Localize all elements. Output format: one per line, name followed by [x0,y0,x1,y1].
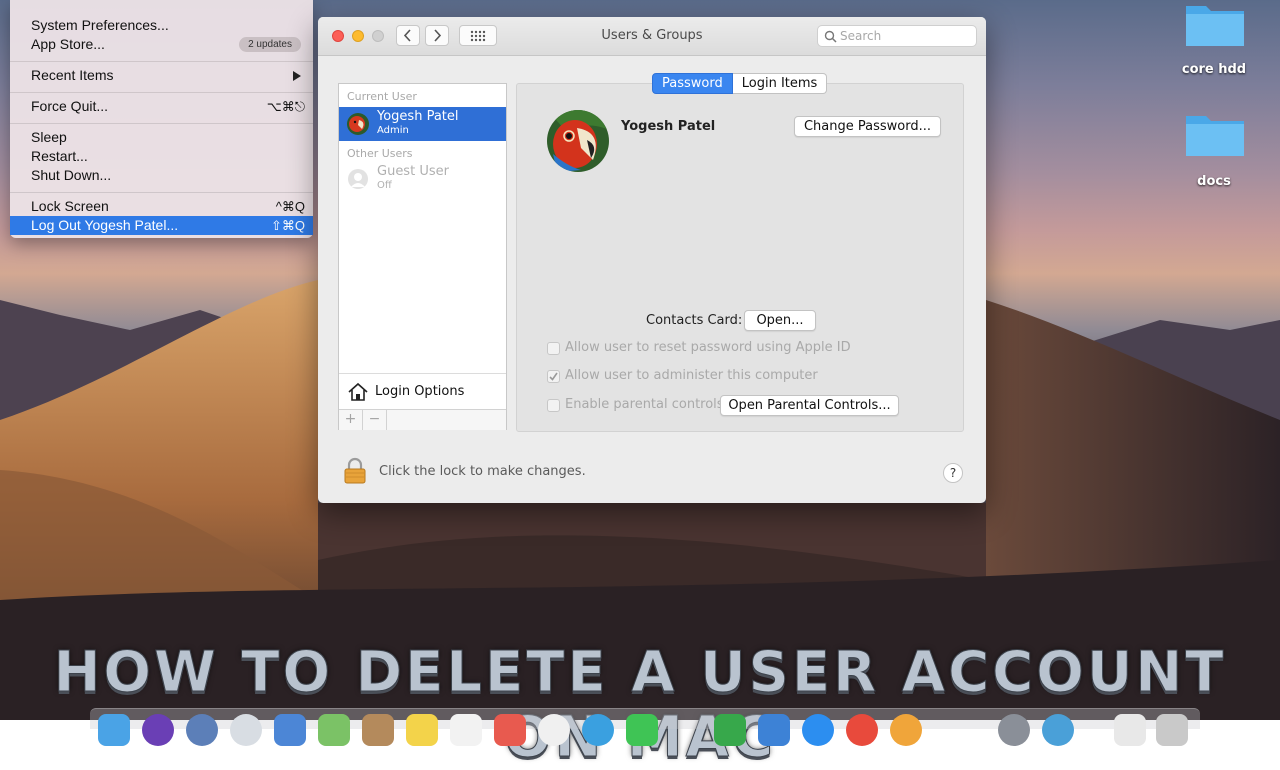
reset-password-checkbox[interactable] [547,342,560,355]
user-row-yogesh-patel[interactable]: Yogesh Patel Admin [339,107,506,141]
tab-login-items[interactable]: Login Items [732,73,828,94]
folder-icon[interactable] [1184,0,1246,48]
menu-item-lock-screen[interactable]: Lock Screen ^⌘Q [10,197,313,216]
lock-icon[interactable] [343,457,367,484]
administer-checkbox[interactable] [547,370,560,383]
users-and-groups-window: Users & Groups Search Current User Yoges… [318,17,986,503]
books-icon[interactable] [890,714,922,746]
menu-item-force-quit[interactable]: Force Quit... ⌥⌘⎋ [10,97,313,116]
house-icon [348,382,368,401]
parental-controls-label: Enable parental controls [565,397,724,412]
reminders-icon[interactable] [450,714,482,746]
help-button[interactable]: ? [943,463,963,483]
remove-user-button[interactable]: − [363,410,387,430]
maps-icon[interactable] [318,714,350,746]
open-parental-controls-button[interactable]: Open Parental Controls... [720,395,899,416]
checkmark-icon [549,372,558,381]
menu-item-restart[interactable]: Restart... [10,147,313,166]
siri-icon[interactable] [142,714,174,746]
menu-item-recent-items[interactable]: Recent Items [10,66,313,85]
menu-separator [10,123,313,124]
user-list: Current User Yogesh Patel Admin Other Us… [338,83,507,430]
lock-message: Click the lock to make changes. [379,464,586,479]
shortcut-label: ⇧⌘Q [270,218,305,233]
dock [90,708,1200,746]
menu-item-system-preferences[interactable]: System Preferences... [10,16,313,35]
safari-icon[interactable] [230,714,262,746]
downloads-icon[interactable] [1114,714,1146,746]
menu-separator [10,192,313,193]
menu-separator [10,61,313,62]
folder-label-core-hdd[interactable]: core hdd [1164,62,1264,77]
notes-icon[interactable] [406,714,438,746]
launchpad-icon[interactable] [186,714,218,746]
contacts-icon[interactable] [362,714,394,746]
menu-item-log-out[interactable]: Log Out Yogesh Patel... ⇧⌘Q [10,216,313,235]
menu-separator [10,92,313,93]
parental-controls-checkbox[interactable] [547,399,560,412]
finder-icon[interactable] [98,714,130,746]
change-password-button[interactable]: Change Password... [794,116,941,137]
reset-password-label: Allow user to reset password using Apple… [565,340,851,355]
submenu-arrow-icon [293,71,301,81]
trash-icon[interactable] [1156,714,1188,746]
other-users-header: Other Users [347,147,413,160]
user-picture[interactable] [547,110,609,172]
user-full-name: Yogesh Patel [621,119,716,134]
photos-icon[interactable] [538,714,570,746]
window-titlebar[interactable]: Users & Groups Search [318,17,986,56]
add-user-button[interactable]: + [339,410,363,430]
shortcut-label: ⌥⌘⎋ [266,99,305,114]
folder-label-docs[interactable]: docs [1164,174,1264,189]
calendar-icon[interactable] [494,714,526,746]
tab-password[interactable]: Password [652,73,733,94]
apple-menu: System Preferences... App Store... 2 upd… [10,0,313,238]
login-options-item[interactable]: Login Options [339,373,506,410]
app-store-icon[interactable] [802,714,834,746]
music-icon[interactable] [846,714,878,746]
search-icon [824,30,837,43]
search-input[interactable]: Search [817,25,977,47]
menu-item-sleep[interactable]: Sleep [10,128,313,147]
facetime-icon[interactable] [582,714,614,746]
menu-item-app-store[interactable]: App Store... 2 updates [10,35,313,54]
menu-item-shut-down[interactable]: Shut Down... [10,166,313,185]
list-footer: + − [339,409,506,430]
user-row-guest[interactable]: Guest User Off [339,162,506,196]
browser-icon[interactable] [1042,714,1074,746]
current-user-header: Current User [347,90,417,103]
guest-avatar-icon [347,168,369,190]
avatar [347,113,369,135]
mail-icon[interactable] [274,714,306,746]
administer-label: Allow user to administer this computer [565,368,818,383]
contacts-card-label: Contacts Card: [646,313,743,328]
tab-bar: Password Login Items [652,73,828,94]
system-preferences-icon[interactable] [998,714,1030,746]
folder-icon[interactable] [1184,110,1246,158]
updates-badge: 2 updates [239,37,301,52]
open-contacts-button[interactable]: Open... [744,310,816,331]
keynote-icon[interactable] [758,714,790,746]
messages-icon[interactable] [626,714,658,746]
video-title-banner: HOW TO DELETE A USER ACCOUNT ON MAC [53,640,1227,770]
search-placeholder: Search [840,29,882,43]
shortcut-label: ^⌘Q [275,199,305,214]
numbers-icon[interactable] [714,714,746,746]
